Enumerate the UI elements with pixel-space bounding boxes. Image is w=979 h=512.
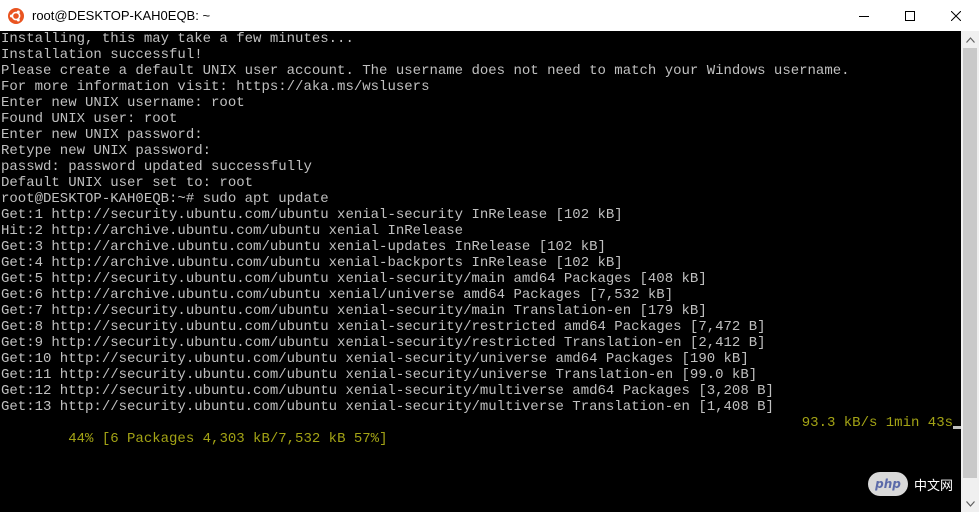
maximize-button[interactable]	[887, 0, 933, 31]
close-button[interactable]	[933, 0, 979, 31]
terminal-line: For more information visit: https://aka.…	[1, 79, 430, 95]
scroll-thumb[interactable]	[963, 48, 977, 478]
apt-progress-line: 44% [6 Packages 4,303 kB/7,532 kB 57%] 9…	[1, 415, 961, 447]
chevron-up-icon	[965, 36, 975, 43]
terminal-cursor	[953, 426, 961, 429]
terminal-line: Get:12 http://security.ubuntu.com/ubuntu…	[1, 383, 774, 399]
window-controls	[841, 0, 979, 31]
watermark: php 中文网	[867, 472, 953, 496]
terminal-line: Get:1 http://security.ubuntu.com/ubuntu …	[1, 207, 623, 223]
progress-rate: 93.3 kB/s 1min 43s	[801, 415, 953, 431]
terminal-line: Installation successful!	[1, 47, 203, 63]
window-title: root@DESKTOP-KAH0EQB: ~	[32, 8, 211, 23]
terminal-line: passwd: password updated successfully	[1, 159, 312, 175]
terminal-line: Get:7 http://security.ubuntu.com/ubuntu …	[1, 303, 707, 319]
terminal-line: root@DESKTOP-KAH0EQB:~# sudo apt update	[1, 191, 329, 207]
terminal-line: Get:4 http://archive.ubuntu.com/ubuntu x…	[1, 255, 623, 271]
vertical-scrollbar[interactable]	[961, 31, 979, 512]
terminal-line: Default UNIX user set to: root	[1, 175, 254, 191]
chevron-down-icon	[965, 500, 975, 507]
terminal-line: Hit:2 http://archive.ubuntu.com/ubuntu x…	[1, 223, 464, 239]
terminal-output[interactable]: Installing, this may take a few minutes.…	[0, 31, 961, 512]
terminal-line: Get:3 http://archive.ubuntu.com/ubuntu x…	[1, 239, 606, 255]
terminal-line: Get:9 http://security.ubuntu.com/ubuntu …	[1, 335, 766, 351]
maximize-icon	[905, 10, 915, 21]
terminal-line: Retype new UNIX password:	[1, 143, 212, 159]
terminal-line: Found UNIX user: root	[1, 111, 178, 127]
terminal-line: Enter new UNIX password:	[1, 127, 203, 143]
terminal-line: Get:8 http://security.ubuntu.com/ubuntu …	[1, 319, 766, 335]
close-icon	[951, 10, 961, 21]
watermark-text: 中文网	[913, 478, 953, 494]
terminal-line: Please create a default UNIX user accoun…	[1, 63, 850, 79]
scroll-up-button[interactable]	[961, 31, 979, 48]
terminal-line: Enter new UNIX username: root	[1, 95, 245, 111]
terminal-line: Get:13 http://security.ubuntu.com/ubuntu…	[1, 399, 774, 415]
progress-status: 44% [6 Packages 4,303 kB/7,532 kB 57%]	[68, 431, 388, 447]
terminal-lines: Installing, this may take a few minutes.…	[0, 31, 961, 447]
title-bar[interactable]: root@DESKTOP-KAH0EQB: ~	[0, 0, 979, 31]
terminal-window: root@DESKTOP-KAH0EQB: ~ Installing, this…	[0, 0, 979, 512]
terminal-line: Get:6 http://archive.ubuntu.com/ubuntu x…	[1, 287, 674, 303]
minimize-icon	[859, 15, 869, 17]
terminal-line: Installing, this may take a few minutes.…	[1, 31, 354, 47]
ubuntu-logo-icon	[8, 7, 24, 24]
terminal-line: Get:11 http://security.ubuntu.com/ubuntu…	[1, 367, 758, 383]
minimize-button[interactable]	[841, 0, 887, 31]
scroll-down-button[interactable]	[961, 495, 979, 512]
terminal-line: Get:5 http://security.ubuntu.com/ubuntu …	[1, 271, 707, 287]
php-logo: php	[867, 472, 908, 496]
terminal-line: Get:10 http://security.ubuntu.com/ubuntu…	[1, 351, 749, 367]
